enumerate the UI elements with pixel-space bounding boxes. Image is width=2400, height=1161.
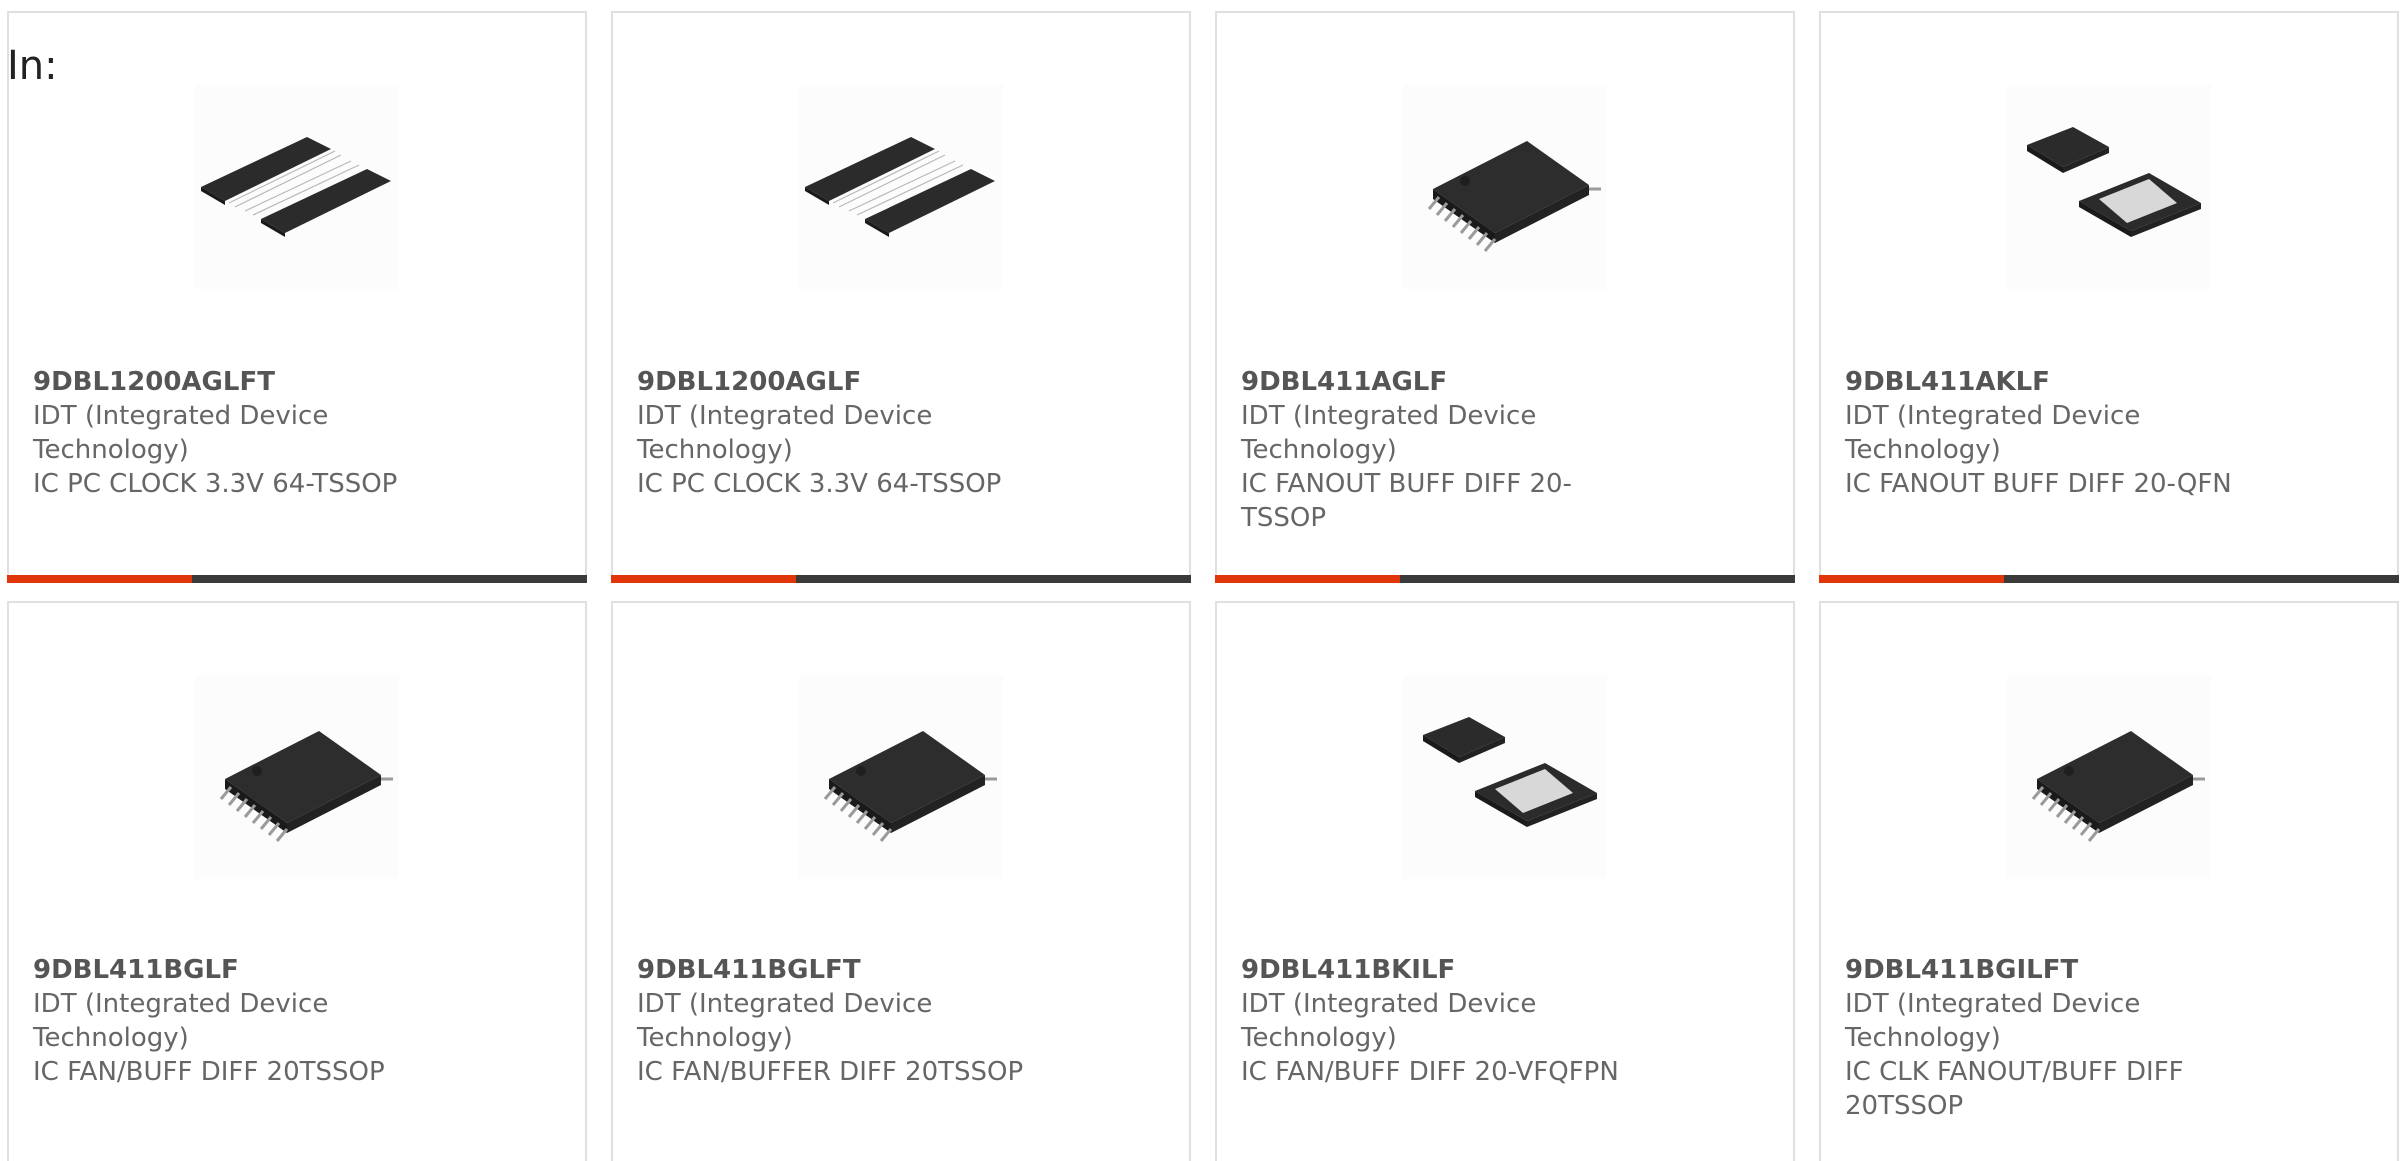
card-accent-bar — [611, 575, 1191, 583]
product-card[interactable]: 9DBL411BKILF IDT (Integrated Device Tech… — [1215, 601, 1795, 1161]
description: IC FAN/BUFF DIFF 20-VFQFPN — [1241, 1057, 1619, 1087]
manufacturer: IDT (Integrated Device Technology) — [637, 401, 933, 465]
tssop-20-icon — [799, 675, 1003, 879]
manufacturer: IDT (Integrated Device Technology) — [1241, 989, 1537, 1053]
manufacturer: IDT (Integrated Device Technology) — [33, 401, 329, 465]
product-card[interactable]: 9DBL411AGLF IDT (Integrated Device Techn… — [1215, 11, 1795, 583]
manufacturer: IDT (Integrated Device Technology) — [33, 989, 329, 1053]
tssop-20-icon — [195, 675, 399, 879]
description: IC FAN/BUFF DIFF 20TSSOP — [33, 1057, 385, 1087]
part-number[interactable]: 9DBL411AGLF — [1241, 365, 1447, 399]
filter-label: In: — [7, 43, 58, 89]
manufacturer: IDT (Integrated Device Technology) — [637, 989, 933, 1053]
tssop-20-icon — [1403, 85, 1607, 289]
part-number[interactable]: 9DBL411BGLFT — [637, 953, 861, 987]
part-number[interactable]: 9DBL1200AGLFT — [33, 365, 275, 399]
tssop-64-icon — [195, 85, 399, 289]
part-number[interactable]: 9DBL411BKILF — [1241, 953, 1455, 987]
product-card[interactable]: 9DBL411AKLF IDT (Integrated Device Techn… — [1819, 11, 2399, 583]
product-card[interactable]: 9DBL1200AGLF IDT (Integrated Device Tech… — [611, 11, 1191, 583]
qfn-20-icon — [1403, 675, 1607, 879]
description: IC FAN/BUFFER DIFF 20TSSOP — [637, 1057, 1024, 1087]
part-number[interactable]: 9DBL411BGLF — [33, 953, 239, 987]
product-card[interactable]: 9DBL1200AGLFT IDT (Integrated Device Tec… — [7, 11, 587, 583]
qfn-20-icon — [2007, 85, 2211, 289]
description: IC PC CLOCK 3.3V 64-TSSOP — [637, 469, 1002, 499]
description: IC FANOUT BUFF DIFF 20-TSSOP — [1241, 469, 1572, 533]
manufacturer: IDT (Integrated Device Technology) — [1241, 401, 1537, 465]
part-number[interactable]: 9DBL1200AGLF — [637, 365, 861, 399]
manufacturer: IDT (Integrated Device Technology) — [1845, 401, 2141, 465]
card-accent-bar — [1215, 575, 1795, 583]
card-accent-bar — [1819, 575, 2399, 583]
description: IC FANOUT BUFF DIFF 20-QFN — [1845, 469, 2232, 499]
product-card[interactable]: 9DBL411BGILFT IDT (Integrated Device Tec… — [1819, 601, 2399, 1161]
description: IC CLK FANOUT/BUFF DIFF 20TSSOP — [1845, 1057, 2184, 1121]
tssop-20-icon — [2007, 675, 2211, 879]
product-card[interactable]: 9DBL411BGLF IDT (Integrated Device Techn… — [7, 601, 587, 1161]
manufacturer: IDT (Integrated Device Technology) — [1845, 989, 2141, 1053]
product-card[interactable]: 9DBL411BGLFT IDT (Integrated Device Tech… — [611, 601, 1191, 1161]
card-accent-bar — [7, 575, 587, 583]
tssop-64-icon — [799, 85, 1003, 289]
part-number[interactable]: 9DBL411BGILFT — [1845, 953, 2078, 987]
part-number[interactable]: 9DBL411AKLF — [1845, 365, 2050, 399]
description: IC PC CLOCK 3.3V 64-TSSOP — [33, 469, 398, 499]
